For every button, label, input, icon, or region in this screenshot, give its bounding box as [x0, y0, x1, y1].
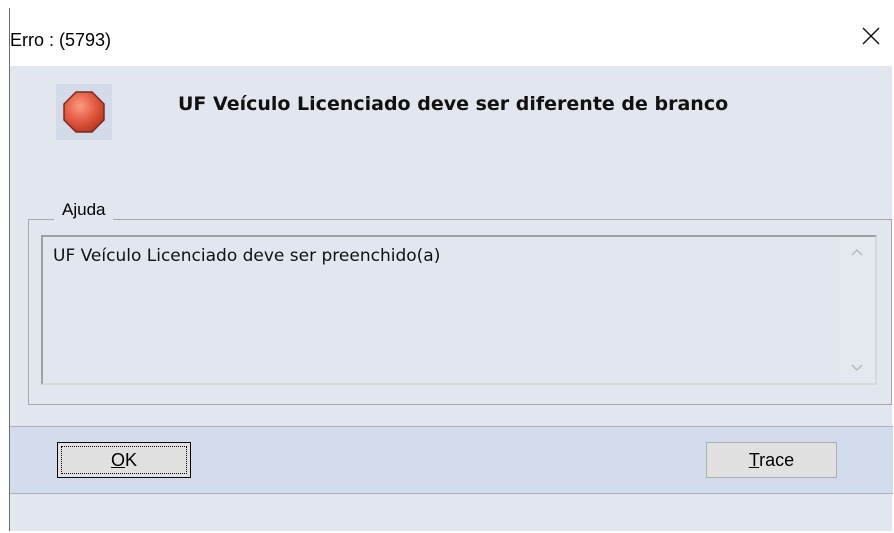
trace-button-label: Trace: [748, 449, 795, 470]
chevron-up-icon: [851, 249, 863, 256]
trace-button[interactable]: Trace: [706, 442, 837, 478]
focus-ring: [61, 446, 187, 474]
close-icon: [862, 27, 880, 45]
help-text: UF Veículo Licenciado deve ser preenchid…: [53, 246, 441, 266]
ok-button[interactable]: OK: [57, 442, 191, 478]
error-message: UF Veículo Licenciado deve ser diferente…: [178, 93, 729, 115]
help-legend: Ajuda: [54, 200, 114, 220]
window-title: Erro : (5793): [10, 30, 112, 50]
error-dialog: Erro : (5793) UF Veículo Licenciado deve…: [9, 8, 893, 531]
scroll-down-button[interactable]: [839, 353, 875, 383]
help-scrollbar[interactable]: [839, 237, 875, 383]
help-textbox[interactable]: UF Veículo Licenciado deve ser preenchid…: [41, 235, 877, 385]
stop-icon: [56, 84, 112, 140]
chevron-down-icon: [851, 364, 863, 371]
close-button[interactable]: [849, 16, 893, 56]
title-bar[interactable]: Erro : (5793): [10, 8, 893, 66]
button-bar: OK Trace: [10, 426, 893, 494]
scroll-up-button[interactable]: [839, 237, 875, 267]
